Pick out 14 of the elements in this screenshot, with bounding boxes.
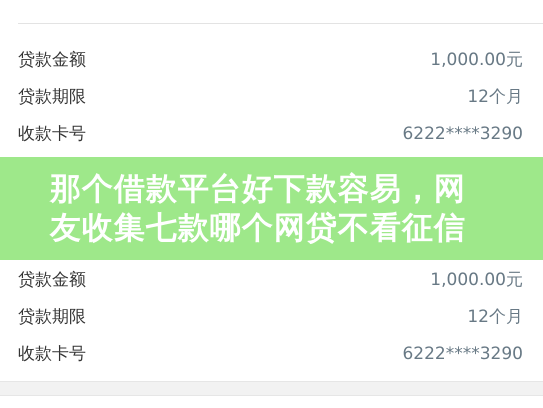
field-value: 6222****3290 <box>402 122 523 146</box>
field-value: 6222****3290 <box>402 342 523 366</box>
banner-headline: 那个借款平台好下款容易，网 <box>50 170 467 208</box>
field-value: 12个月 <box>467 86 523 109</box>
field-value: 12个月 <box>467 306 523 329</box>
field-label: 贷款期限 <box>18 306 86 329</box>
banner-headline: 友收集七款哪个网贷不看征信 <box>50 208 467 248</box>
field-label: 贷款金额 <box>18 48 86 72</box>
field-value: 1,000.00元 <box>430 48 523 72</box>
field-label: 收款卡号 <box>18 342 86 366</box>
field-value: 1,000.00元 <box>430 268 523 292</box>
field-label: 贷款期限 <box>18 86 86 109</box>
field-label: 收款卡号 <box>18 122 86 146</box>
field-label: 贷款金额 <box>18 268 86 292</box>
